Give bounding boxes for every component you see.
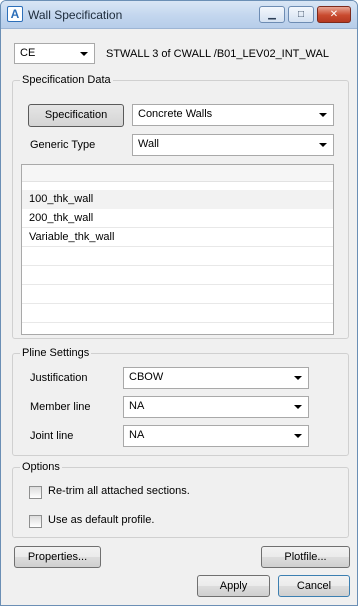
chevron-down-icon	[80, 52, 88, 56]
justification-label: Justification	[30, 372, 88, 384]
default-profile-label[interactable]: Use as default profile.	[48, 514, 154, 526]
joint-line-label: Joint line	[30, 430, 74, 442]
options-group	[12, 467, 349, 538]
list-item-label: Variable_thk_wall	[29, 231, 115, 243]
joint-line-select[interactable]: NA	[123, 425, 309, 447]
mode-select-value: CE	[20, 47, 36, 59]
list-item-empty	[22, 247, 333, 266]
generic-type-select[interactable]: Wall	[132, 134, 334, 156]
retrim-checkbox[interactable]	[29, 486, 42, 499]
list-item-label: 200_thk_wall	[29, 212, 94, 224]
wall-specification-window: A Wall Specification ▁ □ ✕ CE STWALL 3 o…	[0, 0, 358, 606]
mode-select[interactable]: CE	[14, 43, 95, 64]
list-item-empty	[22, 304, 333, 323]
specification-group-title: Specification Data	[20, 74, 113, 86]
window-title: Wall Specification	[28, 8, 123, 22]
list-item-empty	[22, 285, 333, 304]
apply-button[interactable]: Apply	[197, 575, 270, 597]
member-line-select[interactable]: NA	[123, 396, 309, 418]
maximize-button[interactable]: □	[288, 6, 314, 23]
specification-button[interactable]: Specification	[28, 104, 124, 127]
chevron-down-icon	[319, 143, 327, 147]
options-group-title: Options	[20, 461, 62, 473]
default-profile-checkbox[interactable]	[29, 515, 42, 528]
close-button[interactable]: ✕	[317, 6, 351, 23]
generic-type-select-value: Wall	[138, 138, 159, 150]
justification-select-value: CBOW	[129, 371, 164, 383]
member-line-label: Member line	[30, 401, 91, 413]
element-path: STWALL 3 of CWALL /B01_LEV02_INT_WAL	[106, 48, 329, 60]
list-item[interactable]: 100_thk_wall	[22, 190, 333, 209]
specification-select[interactable]: Concrete Walls	[132, 104, 334, 126]
chevron-down-icon	[294, 376, 302, 380]
list-item[interactable]: 200_thk_wall	[22, 209, 333, 228]
list-item[interactable]: Variable_thk_wall	[22, 228, 333, 247]
specification-select-value: Concrete Walls	[138, 108, 213, 120]
chevron-down-icon	[294, 405, 302, 409]
plotfile-button[interactable]: Plotfile...	[261, 546, 350, 568]
list-header	[22, 165, 333, 182]
pline-settings-group-title: Pline Settings	[20, 347, 92, 359]
justification-select[interactable]: CBOW	[123, 367, 309, 389]
chevron-down-icon	[294, 434, 302, 438]
specification-list[interactable]: 100_thk_wall 200_thk_wall Variable_thk_w…	[21, 164, 334, 335]
joint-line-select-value: NA	[129, 429, 145, 441]
member-line-select-value: NA	[129, 400, 145, 412]
generic-type-label: Generic Type	[30, 139, 96, 151]
retrim-label[interactable]: Re-trim all attached sections.	[48, 485, 190, 497]
title-bar[interactable]: A Wall Specification ▁ □ ✕	[1, 1, 357, 29]
app-logo-icon: A	[7, 6, 23, 22]
cancel-button[interactable]: Cancel	[278, 575, 350, 597]
list-item-label: 100_thk_wall	[29, 193, 94, 205]
list-item-empty	[22, 266, 333, 285]
chevron-down-icon	[319, 113, 327, 117]
properties-button[interactable]: Properties...	[14, 546, 101, 568]
minimize-button[interactable]: ▁	[259, 6, 285, 23]
